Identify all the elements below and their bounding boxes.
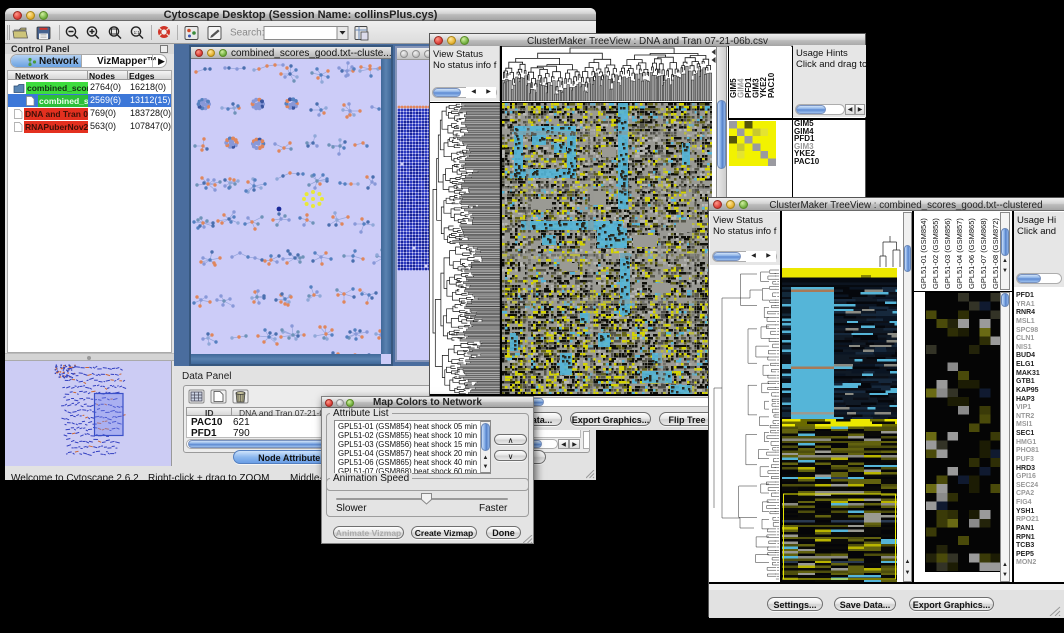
svg-text:1:1: 1:1 bbox=[134, 30, 141, 35]
svg-text:GPL51-02 (GSM855): GPL51-02 (GSM855) bbox=[931, 218, 940, 289]
svg-text:GPL51-07 (GSM868): GPL51-07 (GSM868) bbox=[979, 218, 988, 289]
svg-text:Search:: Search: bbox=[230, 28, 264, 39]
svg-text:PAC10: PAC10 bbox=[767, 72, 776, 98]
svg-text:GPL51-01 (GSM854): GPL51-01 (GSM854) bbox=[919, 218, 928, 289]
svg-text:GPL51-06 (GSM865): GPL51-06 (GSM865) bbox=[967, 218, 976, 289]
svg-text:GPL51-03 (GSM856): GPL51-03 (GSM856) bbox=[943, 218, 952, 289]
svg-text:GPL51-04 (GSM857): GPL51-04 (GSM857) bbox=[955, 218, 964, 289]
svg-text:GPL51-08 (GSM872): GPL51-08 (GSM872) bbox=[991, 218, 1000, 289]
